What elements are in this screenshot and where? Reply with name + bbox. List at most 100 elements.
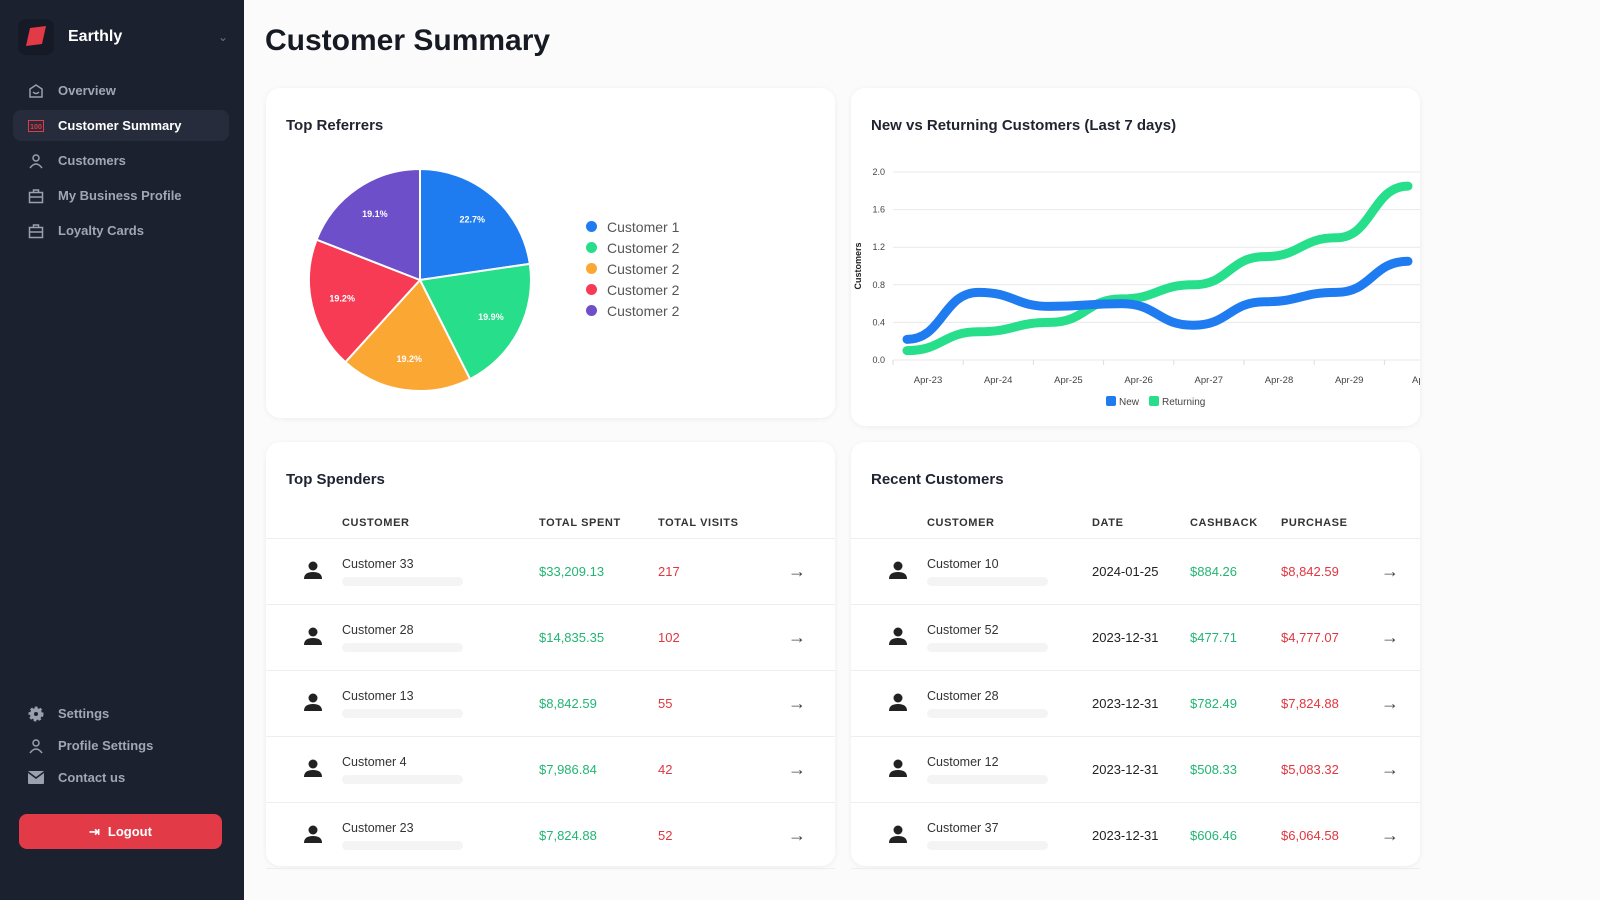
cell-visits: 102	[658, 604, 759, 671]
arrow-right-icon[interactable]: →	[759, 736, 835, 803]
cell-purchase: $7,824.88	[1281, 670, 1360, 737]
cell-date: 2023-12-31	[1092, 604, 1190, 671]
logout-button[interactable]: ⇥ Logout	[19, 814, 222, 849]
series-line-returning	[902, 181, 1413, 356]
workspace-switcher[interactable]: Earthly ⌄	[18, 18, 228, 56]
avatar-icon	[266, 538, 342, 605]
cell-cashback: $606.46	[1190, 802, 1281, 869]
slice-label: 19.1%	[362, 209, 388, 219]
placeholder-bar	[927, 774, 1048, 784]
top-spenders-card: Top Spenders CUSTOMER TOTAL SPENT TOTAL VI…	[266, 442, 835, 869]
legend-label: New	[1119, 397, 1140, 408]
sidebar-item-settings[interactable]: Settings	[13, 698, 229, 729]
sidebar-item-label: Settings	[58, 706, 110, 721]
customer-name: Customer 33	[342, 556, 414, 571]
placeholder-bar	[927, 708, 1048, 718]
avatar-icon	[266, 604, 342, 671]
arrow-right-icon[interactable]: →	[759, 538, 835, 605]
arrow-right-icon[interactable]: →	[1360, 736, 1420, 803]
customer-name: Customer 10	[927, 556, 999, 571]
y-tick-label: 1.2	[872, 242, 885, 252]
arrow-right-icon[interactable]: →	[1360, 604, 1420, 671]
cell-purchase: $6,064.58	[1281, 802, 1360, 869]
avatar-icon	[851, 538, 927, 605]
placeholder-bar	[342, 774, 463, 784]
arrow-right-icon[interactable]: →	[1360, 538, 1420, 605]
y-tick-label: 0.0	[872, 355, 885, 365]
customer-name: Customer 23	[342, 820, 414, 835]
table-row[interactable]: Customer 28 2023-12-31 $782.49 $7,824.88 →	[851, 670, 1420, 737]
cell-cashback: $884.26	[1190, 538, 1281, 605]
legend-item[interactable]: Customer 2	[586, 300, 679, 321]
table-row[interactable]: Customer 37 2023-12-31 $606.46 $6,064.58 →	[851, 802, 1420, 869]
arrow-right-icon[interactable]: →	[759, 670, 835, 737]
avatar-icon	[851, 604, 927, 671]
table-row[interactable]: Customer 10 2024-01-25 $884.26 $8,842.59 →	[851, 538, 1420, 605]
legend-label: Customer 2	[607, 260, 680, 277]
cell-spent: $33,209.13	[539, 538, 658, 605]
cell-date: 2023-12-31	[1092, 736, 1190, 803]
legend-label: Customer 2	[607, 239, 680, 256]
legend-item[interactable]: Customer 2	[586, 279, 679, 300]
placeholder-bar	[342, 642, 463, 652]
legend-dot	[586, 305, 597, 316]
arrow-right-icon[interactable]: →	[759, 802, 835, 869]
sidebar-item-label: Customers	[58, 153, 126, 168]
legend-item[interactable]: Customer 2	[586, 237, 679, 258]
col-cashback: CASHBACK	[1190, 508, 1281, 539]
table-row[interactable]: Customer 13 $8,842.59 55 →	[266, 670, 835, 737]
avatar-icon	[851, 670, 927, 737]
cell-date: 2023-12-31	[1092, 802, 1190, 869]
x-tick-label: Apr-23	[914, 375, 943, 386]
recent-customers-card: Recent Customers CUSTOMER DATE CASHBACK PUR…	[851, 442, 1420, 869]
table-row[interactable]: Customer 33 $33,209.13 217 →	[266, 538, 835, 605]
cell-date: 2023-12-31	[1092, 670, 1190, 737]
new-vs-returning-card: New vs Returning Customers (Last 7 days)…	[851, 88, 1420, 426]
table-row[interactable]: Customer 4 $7,986.84 42 →	[266, 736, 835, 803]
cell-spent: $8,842.59	[539, 670, 658, 737]
x-tick-label: Apr-24	[984, 375, 1013, 386]
avatar-icon	[851, 802, 927, 869]
arrow-right-icon[interactable]: →	[1360, 802, 1420, 869]
sidebar-item-label: Overview	[58, 83, 116, 98]
table-row[interactable]: Customer 23 $7,824.88 52 →	[266, 802, 835, 869]
placeholder-bar	[927, 642, 1048, 652]
user-icon	[27, 152, 45, 170]
sidebar-item-loyalty-cards[interactable]: Loyalty Cards	[13, 215, 229, 246]
table-row[interactable]: Customer 28 $14,835.35 102 →	[266, 604, 835, 671]
cell-spent: $7,824.88	[539, 802, 658, 869]
y-axis-label: Customers	[853, 242, 863, 289]
table-row[interactable]: Customer 12 2023-12-31 $508.33 $5,083.32 →	[851, 736, 1420, 803]
slice-label: 19.2%	[329, 293, 355, 303]
legend-label: Customer 2	[607, 281, 680, 298]
logo	[18, 19, 54, 55]
sidebar-item-customers[interactable]: Customers	[13, 145, 229, 176]
cell-visits: 52	[658, 802, 759, 869]
cell-visits: 42	[658, 736, 759, 803]
sidebar-item-contact-us[interactable]: Contact us	[13, 762, 229, 793]
placeholder-bar	[927, 576, 1048, 586]
arrow-right-icon[interactable]: →	[759, 604, 835, 671]
customer-name: Customer 12	[927, 754, 999, 769]
y-tick-label: 0.4	[872, 317, 885, 327]
sidebar-item-customer-summary[interactable]: 100 Customer Summary	[13, 110, 229, 141]
avatar-icon	[851, 736, 927, 803]
gear-icon	[27, 705, 45, 723]
customer-name: Customer 52	[927, 622, 999, 637]
secondary-nav: Settings Profile Settings Contact us	[13, 698, 229, 794]
sidebar-item-label: Contact us	[58, 770, 126, 785]
arrow-right-icon[interactable]: →	[1360, 670, 1420, 737]
mail-icon	[27, 769, 45, 787]
pie-chart: 22.7% 19.9% 19.2% 19.2% 19.1%	[308, 167, 532, 392]
legend-item[interactable]: Customer 1	[586, 216, 679, 237]
col-total-visits: TOTAL VISITS	[658, 508, 759, 539]
legend-dot	[586, 221, 597, 232]
cell-date: 2024-01-25	[1092, 538, 1190, 605]
table-row[interactable]: Customer 52 2023-12-31 $477.71 $4,777.07 →	[851, 604, 1420, 671]
legend-item[interactable]: Customer 2	[586, 258, 679, 279]
legend-label: Customer 1	[607, 218, 680, 235]
col-purchase: PURCHASE	[1281, 508, 1360, 539]
sidebar-item-my-business-profile[interactable]: My Business Profile	[13, 180, 229, 211]
sidebar-item-overview[interactable]: Overview	[13, 75, 229, 106]
sidebar-item-profile-settings[interactable]: Profile Settings	[13, 730, 229, 761]
